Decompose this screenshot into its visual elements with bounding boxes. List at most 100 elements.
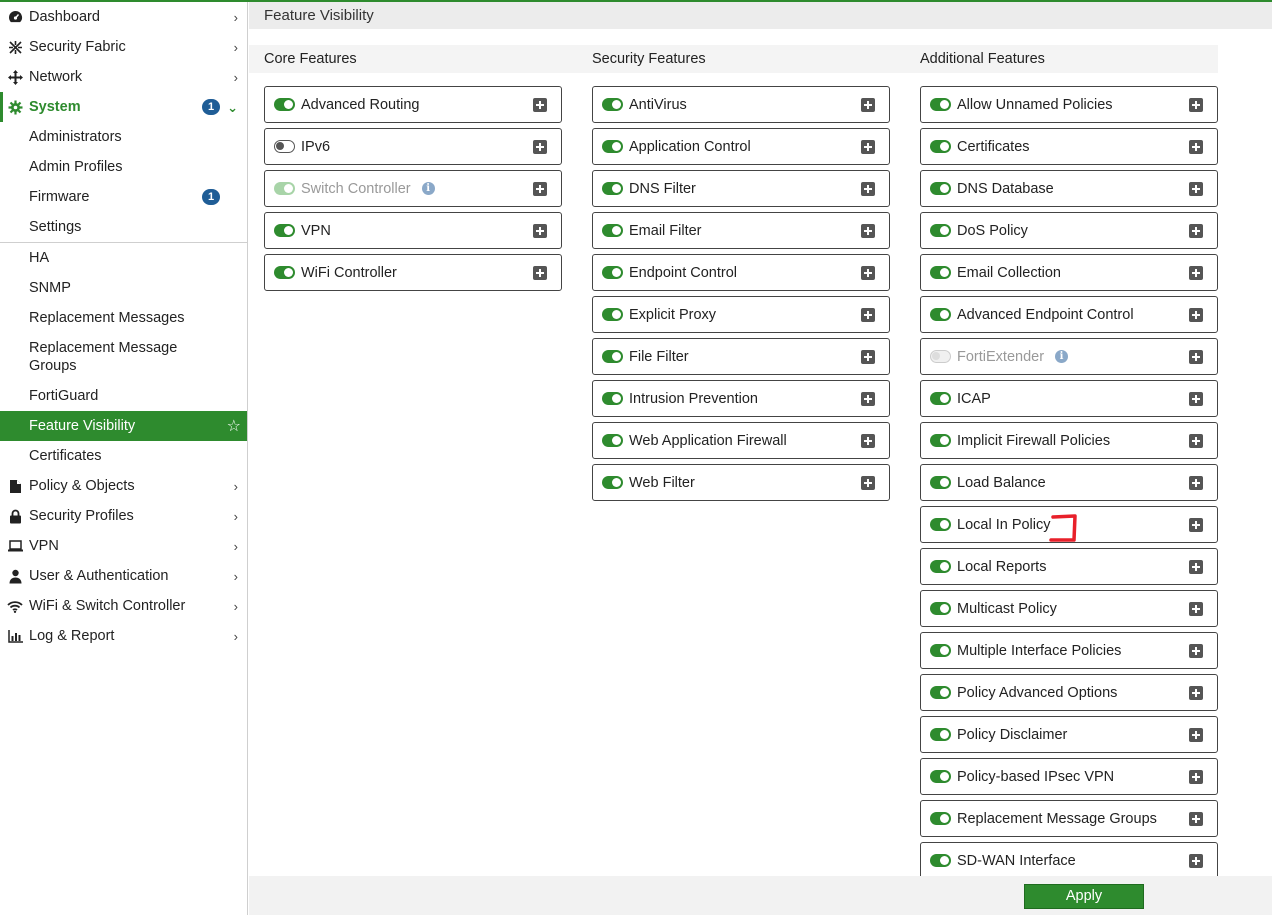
expand-plus-icon[interactable] [1189, 266, 1203, 280]
expand-plus-icon[interactable] [533, 266, 547, 280]
nav-ha[interactable]: HA [0, 243, 247, 273]
expand-plus-icon[interactable] [1189, 308, 1203, 322]
expand-plus-icon[interactable] [1189, 644, 1203, 658]
toggle-switch[interactable] [274, 98, 295, 111]
nav-administrators[interactable]: Administrators [0, 122, 247, 152]
feature-local-in-policy: Local In Policy [920, 506, 1218, 543]
expand-plus-icon[interactable] [861, 434, 875, 448]
toggle-switch[interactable] [930, 518, 951, 531]
expand-plus-icon[interactable] [533, 224, 547, 238]
expand-plus-icon[interactable] [1189, 518, 1203, 532]
nav-network[interactable]: Network › [0, 62, 247, 92]
star-icon[interactable]: ☆ [227, 416, 241, 436]
nav-fortiguard[interactable]: FortiGuard [0, 381, 247, 411]
toggle-switch[interactable] [602, 98, 623, 111]
expand-plus-icon[interactable] [1189, 812, 1203, 826]
feature-label: Intrusion Prevention [629, 390, 758, 407]
toggle-switch[interactable] [930, 476, 951, 489]
nav-user-authentication[interactable]: User & Authentication › [0, 561, 247, 591]
toggle-switch[interactable] [602, 434, 623, 447]
toggle-switch[interactable] [602, 140, 623, 153]
toggle-switch[interactable] [930, 644, 951, 657]
expand-plus-icon[interactable] [1189, 434, 1203, 448]
dashboard-icon [7, 9, 23, 25]
expand-plus-icon[interactable] [1189, 770, 1203, 784]
nav-dashboard[interactable]: Dashboard › [0, 2, 247, 32]
info-icon[interactable]: i [1055, 350, 1069, 363]
nav-admin-profiles[interactable]: Admin Profiles [0, 152, 247, 182]
toggle-switch[interactable] [274, 224, 295, 237]
toggle-switch[interactable] [602, 308, 623, 321]
apply-button[interactable]: Apply [1024, 884, 1144, 909]
toggle-switch[interactable] [274, 140, 295, 153]
expand-plus-icon[interactable] [1189, 560, 1203, 574]
nav-settings[interactable]: Settings [0, 212, 247, 242]
toggle-switch[interactable] [930, 434, 951, 447]
toggle-switch[interactable] [930, 392, 951, 405]
expand-plus-icon[interactable] [1189, 854, 1203, 868]
expand-plus-icon[interactable] [861, 350, 875, 364]
toggle-switch[interactable] [930, 770, 951, 783]
nav-certificates[interactable]: Certificates [0, 441, 247, 471]
expand-plus-icon[interactable] [861, 476, 875, 490]
expand-plus-icon[interactable] [861, 182, 875, 196]
nav-snmp[interactable]: SNMP [0, 273, 247, 303]
expand-plus-icon[interactable] [1189, 686, 1203, 700]
nav-label: Replacement Messages [29, 310, 185, 326]
toggle-switch[interactable] [274, 266, 295, 279]
toggle-switch[interactable] [930, 98, 951, 111]
page-title: Feature Visibility [249, 2, 1272, 29]
nav-firmware[interactable]: Firmware 1 [0, 182, 247, 212]
nav-vpn[interactable]: VPN › [0, 531, 247, 561]
toggle-switch[interactable] [930, 854, 951, 867]
toggle-switch[interactable] [602, 476, 623, 489]
expand-plus-icon[interactable] [1189, 476, 1203, 490]
expand-plus-icon[interactable] [1189, 392, 1203, 406]
toggle-switch[interactable] [602, 182, 623, 195]
toggle-switch[interactable] [602, 224, 623, 237]
expand-plus-icon[interactable] [1189, 98, 1203, 112]
expand-plus-icon[interactable] [533, 182, 547, 196]
toggle-switch[interactable] [930, 812, 951, 825]
expand-plus-icon[interactable] [861, 224, 875, 238]
expand-plus-icon[interactable] [533, 98, 547, 112]
nav-log-report[interactable]: Log & Report › [0, 621, 247, 651]
toggle-switch[interactable] [602, 266, 623, 279]
toggle-switch[interactable] [930, 308, 951, 321]
nav-security-profiles[interactable]: Security Profiles › [0, 501, 247, 531]
toggle-switch[interactable] [930, 182, 951, 195]
nav-replacement-message-groups[interactable]: Replacement Message Groups [0, 333, 247, 381]
nav-label: SNMP [29, 280, 71, 296]
toggle-switch[interactable] [930, 140, 951, 153]
toggle-switch[interactable] [930, 602, 951, 615]
nav-wifi-switch-controller[interactable]: WiFi & Switch Controller › [0, 591, 247, 621]
feature-advanced-endpoint-control: Advanced Endpoint Control [920, 296, 1218, 333]
column-header: Core Features [249, 45, 577, 73]
nav-feature-visibility[interactable]: Feature Visibility ☆ [0, 411, 247, 441]
expand-plus-icon[interactable] [1189, 140, 1203, 154]
toggle-switch[interactable] [602, 392, 623, 405]
expand-plus-icon[interactable] [1189, 602, 1203, 616]
nav-security-fabric[interactable]: Security Fabric › [0, 32, 247, 62]
toggle-switch[interactable] [930, 686, 951, 699]
toggle-switch[interactable] [602, 350, 623, 363]
expand-plus-icon[interactable] [1189, 182, 1203, 196]
info-icon[interactable]: i [421, 182, 435, 195]
expand-plus-icon[interactable] [861, 98, 875, 112]
nav-replacement-messages[interactable]: Replacement Messages [0, 303, 247, 333]
expand-plus-icon[interactable] [861, 308, 875, 322]
expand-plus-icon[interactable] [861, 140, 875, 154]
toggle-switch[interactable] [930, 266, 951, 279]
expand-plus-icon[interactable] [533, 140, 547, 154]
nav-system[interactable]: System 1 ⌄ [0, 92, 247, 122]
expand-plus-icon[interactable] [1189, 350, 1203, 364]
toggle-switch[interactable] [930, 224, 951, 237]
expand-plus-icon[interactable] [861, 266, 875, 280]
expand-plus-icon[interactable] [1189, 224, 1203, 238]
expand-plus-icon[interactable] [1189, 728, 1203, 742]
nav-policy-objects[interactable]: Policy & Objects › [0, 471, 247, 501]
expand-plus-icon[interactable] [861, 392, 875, 406]
nav-label: WiFi & Switch Controller [29, 598, 186, 614]
toggle-switch[interactable] [930, 728, 951, 741]
toggle-switch[interactable] [930, 560, 951, 573]
